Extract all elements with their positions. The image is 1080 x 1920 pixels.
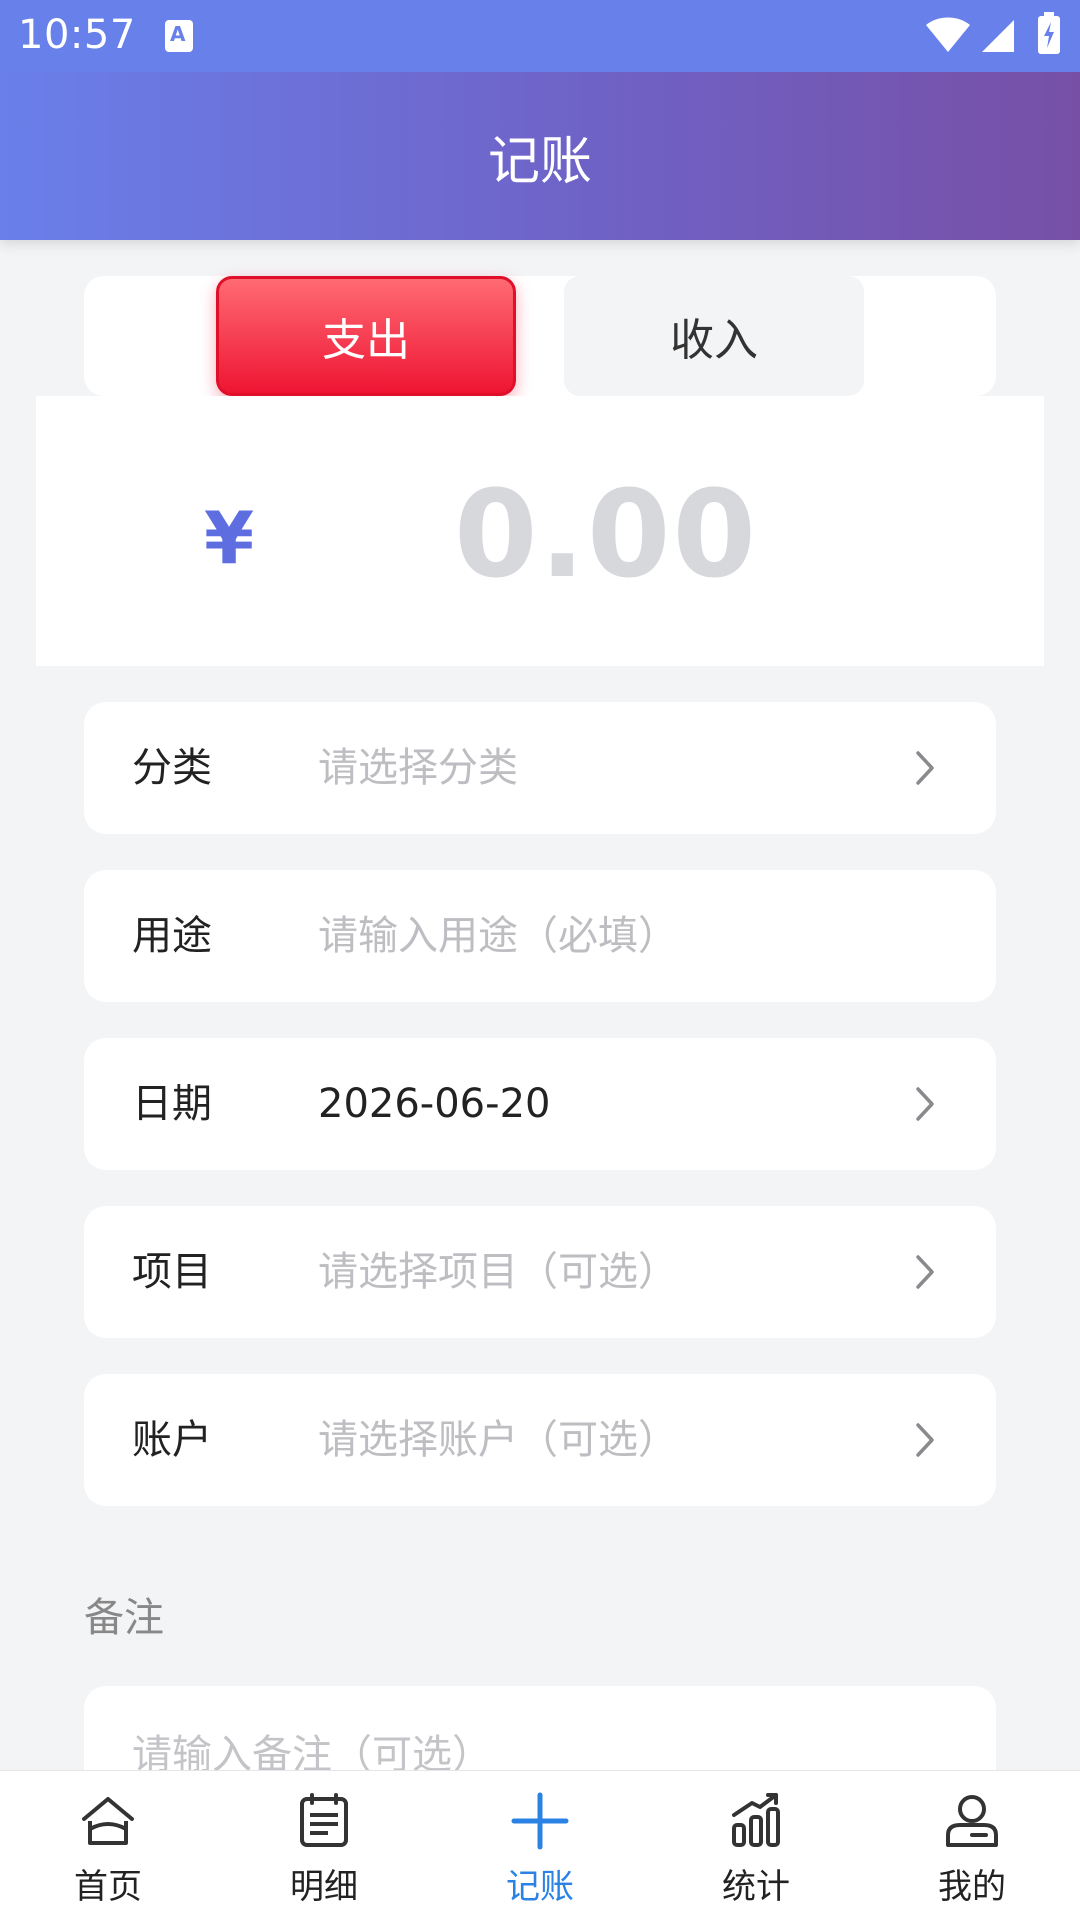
remark-label: 备注 bbox=[84, 1595, 164, 1641]
nav-label-statistics: 统计 bbox=[722, 1867, 790, 1907]
project-label: 项目 bbox=[132, 1249, 212, 1295]
currency-symbol: ¥ bbox=[204, 496, 255, 580]
signal-icon bbox=[982, 20, 1014, 52]
status-time: 10:57 bbox=[18, 12, 136, 58]
nav-label-details: 明细 bbox=[290, 1867, 358, 1907]
nav-item-profile[interactable]: 我的 bbox=[864, 1771, 1080, 1920]
date-row[interactable]: 日期 2026-06-20 bbox=[84, 1038, 996, 1170]
account-label: 账户 bbox=[132, 1417, 212, 1463]
nav-item-home[interactable]: 首页 bbox=[0, 1771, 216, 1920]
date-label: 日期 bbox=[132, 1081, 212, 1127]
purpose-label: 用途 bbox=[132, 913, 212, 959]
account-placeholder: 请选择账户（可选） bbox=[318, 1417, 678, 1463]
purpose-row[interactable]: 用途 请输入用途（必填） bbox=[84, 870, 996, 1002]
nav-label-add-record: 记账 bbox=[506, 1867, 574, 1907]
nav-item-add-record[interactable]: 记账 bbox=[432, 1771, 648, 1920]
home-icon bbox=[82, 1797, 134, 1845]
date-value: 2026-06-20 bbox=[318, 1081, 551, 1127]
chart-icon bbox=[732, 1793, 780, 1847]
chevron-right-icon bbox=[916, 1087, 934, 1121]
account-row[interactable]: 账户 请选择账户（可选） bbox=[84, 1374, 996, 1506]
amount-value[interactable]: 0.00 bbox=[396, 466, 816, 605]
project-placeholder: 请选择项目（可选） bbox=[318, 1249, 678, 1295]
status-bar: 10:57 A bbox=[0, 0, 1080, 72]
bookkeeping-screen: 10:57 A 记账 支出 收入 ¥ 0.00 分类 请选择分类 用途 请输入用… bbox=[0, 0, 1080, 1920]
plus-icon bbox=[511, 1792, 569, 1850]
bottom-nav: 首页 明细 记账 统计 我的 bbox=[0, 1770, 1080, 1920]
list-icon bbox=[300, 1793, 348, 1847]
page-title: 记账 bbox=[487, 131, 592, 192]
nav-item-statistics[interactable]: 统计 bbox=[648, 1771, 864, 1920]
purpose-input[interactable]: 请输入用途（必填） bbox=[318, 870, 678, 1002]
a-keyboard-icon: A bbox=[165, 20, 193, 52]
category-label: 分类 bbox=[132, 745, 212, 791]
project-row[interactable]: 项目 请选择项目（可选） bbox=[84, 1206, 996, 1338]
chevron-right-icon bbox=[916, 1255, 934, 1289]
chevron-right-icon bbox=[916, 1423, 934, 1457]
category-placeholder: 请选择分类 bbox=[318, 745, 518, 791]
user-icon bbox=[946, 1795, 998, 1847]
battery-charging-icon bbox=[1038, 12, 1060, 54]
nav-label-profile: 我的 bbox=[938, 1867, 1006, 1907]
income-tab[interactable]: 收入 bbox=[564, 276, 864, 396]
expense-tab[interactable]: 支出 bbox=[216, 276, 516, 396]
amount-input-card[interactable]: ¥ 0.00 bbox=[36, 396, 1044, 666]
type-toggle: 支出 收入 bbox=[84, 276, 996, 396]
nav-item-details[interactable]: 明细 bbox=[216, 1771, 432, 1920]
chevron-right-icon bbox=[916, 751, 934, 785]
wifi-icon bbox=[926, 17, 970, 52]
category-row[interactable]: 分类 请选择分类 bbox=[84, 702, 996, 834]
app-header: 10:57 A 记账 bbox=[0, 0, 1080, 240]
nav-label-home: 首页 bbox=[74, 1867, 142, 1907]
